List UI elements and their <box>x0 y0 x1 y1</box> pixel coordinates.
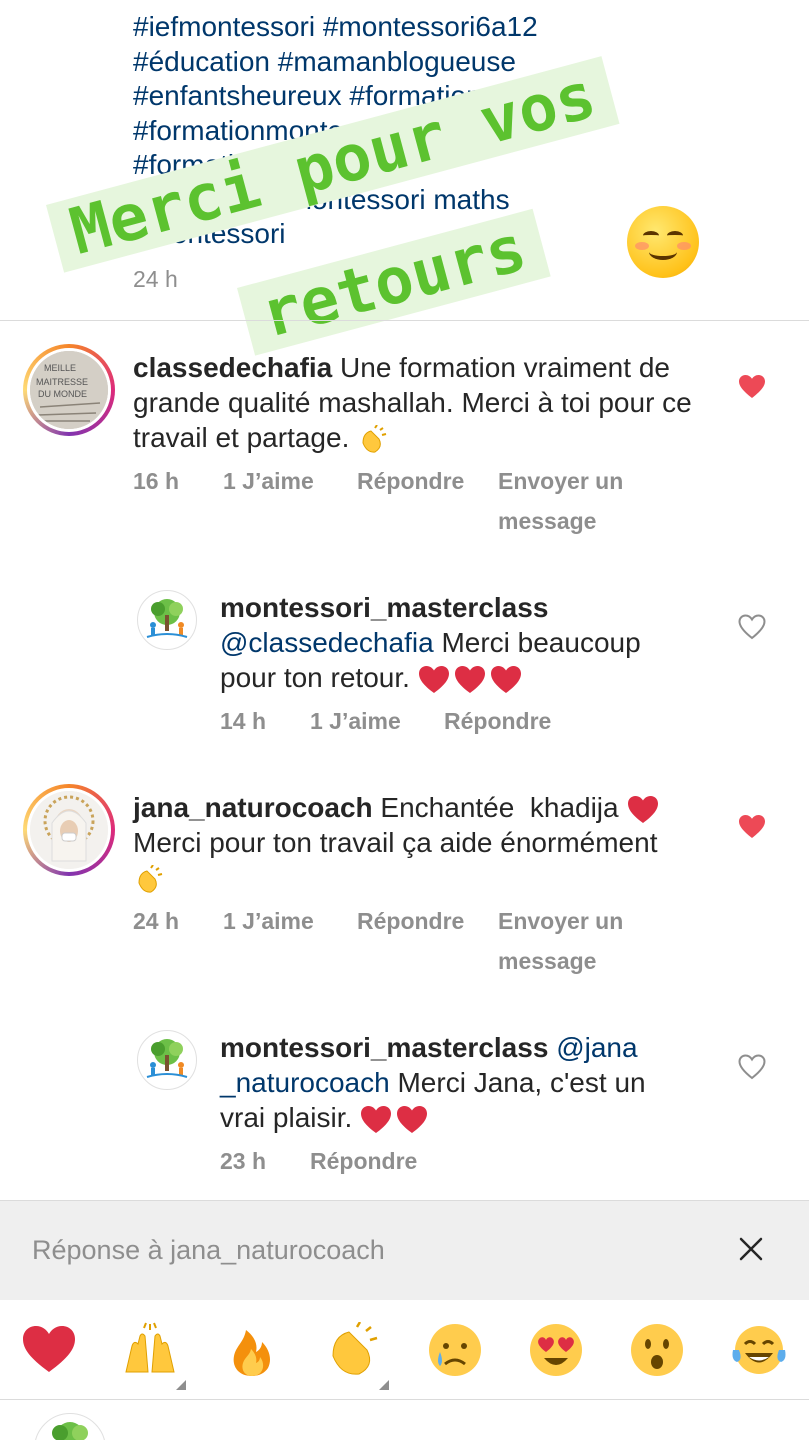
replying-to-label: Réponse à jana_naturocoach <box>32 1235 385 1265</box>
mention-link-cont[interactable]: _naturocoach <box>220 1067 390 1098</box>
avatar[interactable] <box>137 1030 197 1090</box>
emoji-quick-bar <box>0 1300 809 1400</box>
surprised-face-icon[interactable] <box>629 1322 685 1378</box>
reply-time: 14 h <box>220 708 267 734</box>
comment-meta: 24 h 1 J’aime Répondre Envoyer un messag… <box>133 908 693 978</box>
comment-body-line-1: Enchantée khadija <box>380 792 619 823</box>
fire-icon[interactable] <box>224 1322 280 1378</box>
avatar-photo: MEILLE MAITRESSE DU MONDE <box>30 351 108 429</box>
caption-time: 24 h <box>133 266 178 292</box>
reply-username[interactable]: montessori_masterclass <box>220 592 548 623</box>
like-heart-outline-icon[interactable] <box>738 1054 766 1080</box>
reply-time: 23 h <box>220 1148 267 1174</box>
composer-avatar <box>34 1413 106 1440</box>
mention-link[interactable]: @classedechafia <box>220 627 434 658</box>
red-heart-icon <box>628 795 659 823</box>
avatar-photo <box>30 791 108 869</box>
montessori-logo-icon <box>52 1422 88 1440</box>
reply-button[interactable]: Répondre <box>357 908 464 935</box>
comment-likes[interactable]: 1 J’aime <box>223 468 314 495</box>
comment-body-line-2: Merci pour ton travail ça aide énormémen… <box>133 827 658 858</box>
crying-face-icon[interactable] <box>427 1322 483 1378</box>
heart-eyes-face-icon[interactable] <box>528 1322 584 1378</box>
montessori-logo-icon <box>146 1039 188 1078</box>
reply-username[interactable]: montessori_masterclass <box>220 1032 548 1063</box>
red-hearts-icon <box>418 662 522 693</box>
clapping-hands-icon[interactable] <box>325 1322 381 1378</box>
avatar[interactable] <box>137 590 197 650</box>
comment-text: classedechafia Une formation vraiment de… <box>133 350 693 455</box>
montessori-logo-icon <box>146 599 188 638</box>
reply-text: montessori_masterclass @jana _naturocoac… <box>220 1030 690 1135</box>
reply-button[interactable]: Répondre <box>310 1148 417 1175</box>
comment-time: 16 h <box>133 468 180 494</box>
comment-likes[interactable]: 1 J’aime <box>223 908 314 935</box>
skin-tone-indicator <box>176 1380 186 1390</box>
clapping-hands-icon <box>362 424 387 453</box>
like-heart-filled-icon[interactable] <box>739 815 765 839</box>
comment-username[interactable]: classedechafia <box>133 352 332 383</box>
reply-button[interactable]: Répondre <box>357 468 464 495</box>
svg-text:DU MONDE: DU MONDE <box>38 389 87 399</box>
divider <box>0 320 809 321</box>
svg-text:MEILLE: MEILLE <box>44 363 76 373</box>
raising-hands-icon[interactable] <box>122 1322 178 1378</box>
reply-button[interactable]: Répondre <box>444 708 551 735</box>
comment-meta: 16 h 1 J’aime Répondre Envoyer un messag… <box>133 468 693 538</box>
send-message-button-line-2[interactable]: message <box>498 508 596 535</box>
reply-text: montessori_masterclass @classedechafia M… <box>220 590 690 695</box>
reply-likes[interactable]: 1 J’aime <box>310 708 401 735</box>
send-message-button-line-2[interactable]: message <box>498 948 596 975</box>
comment-username[interactable]: jana_naturocoach <box>133 792 373 823</box>
replying-to-bar: Réponse à jana_naturocoach <box>0 1200 809 1300</box>
like-heart-filled-icon[interactable] <box>739 375 765 399</box>
red-hearts-icon <box>360 1102 428 1133</box>
tears-of-joy-face-icon[interactable] <box>731 1322 787 1378</box>
comment-text: jana_naturocoach Enchantée khadija Merci… <box>133 790 713 895</box>
smiling-face-icon <box>627 206 699 278</box>
hashtag-line[interactable]: #iefmontessori #montessori6a12 <box>133 10 773 45</box>
red-heart-icon[interactable] <box>21 1322 77 1378</box>
avatar[interactable] <box>23 784 115 876</box>
comment-time: 24 h <box>133 908 180 934</box>
hashtag-line[interactable]: #éducation #mamanblogueuse <box>133 45 773 80</box>
close-icon[interactable] <box>733 1231 769 1267</box>
reply-meta: 14 h 1 J’aime Répondre <box>220 708 640 738</box>
like-heart-outline-icon[interactable] <box>738 614 766 640</box>
send-message-button[interactable]: Envoyer un <box>498 908 623 935</box>
skin-tone-indicator <box>379 1380 389 1390</box>
avatar[interactable]: MEILLE MAITRESSE DU MONDE <box>23 344 115 436</box>
send-message-button[interactable]: Envoyer un <box>498 468 623 495</box>
clapping-hands-icon <box>138 864 163 893</box>
svg-text:MAITRESSE: MAITRESSE <box>36 377 88 387</box>
reply-meta: 23 h Répondre <box>220 1148 640 1178</box>
mention-link[interactable]: @jana <box>556 1032 637 1063</box>
